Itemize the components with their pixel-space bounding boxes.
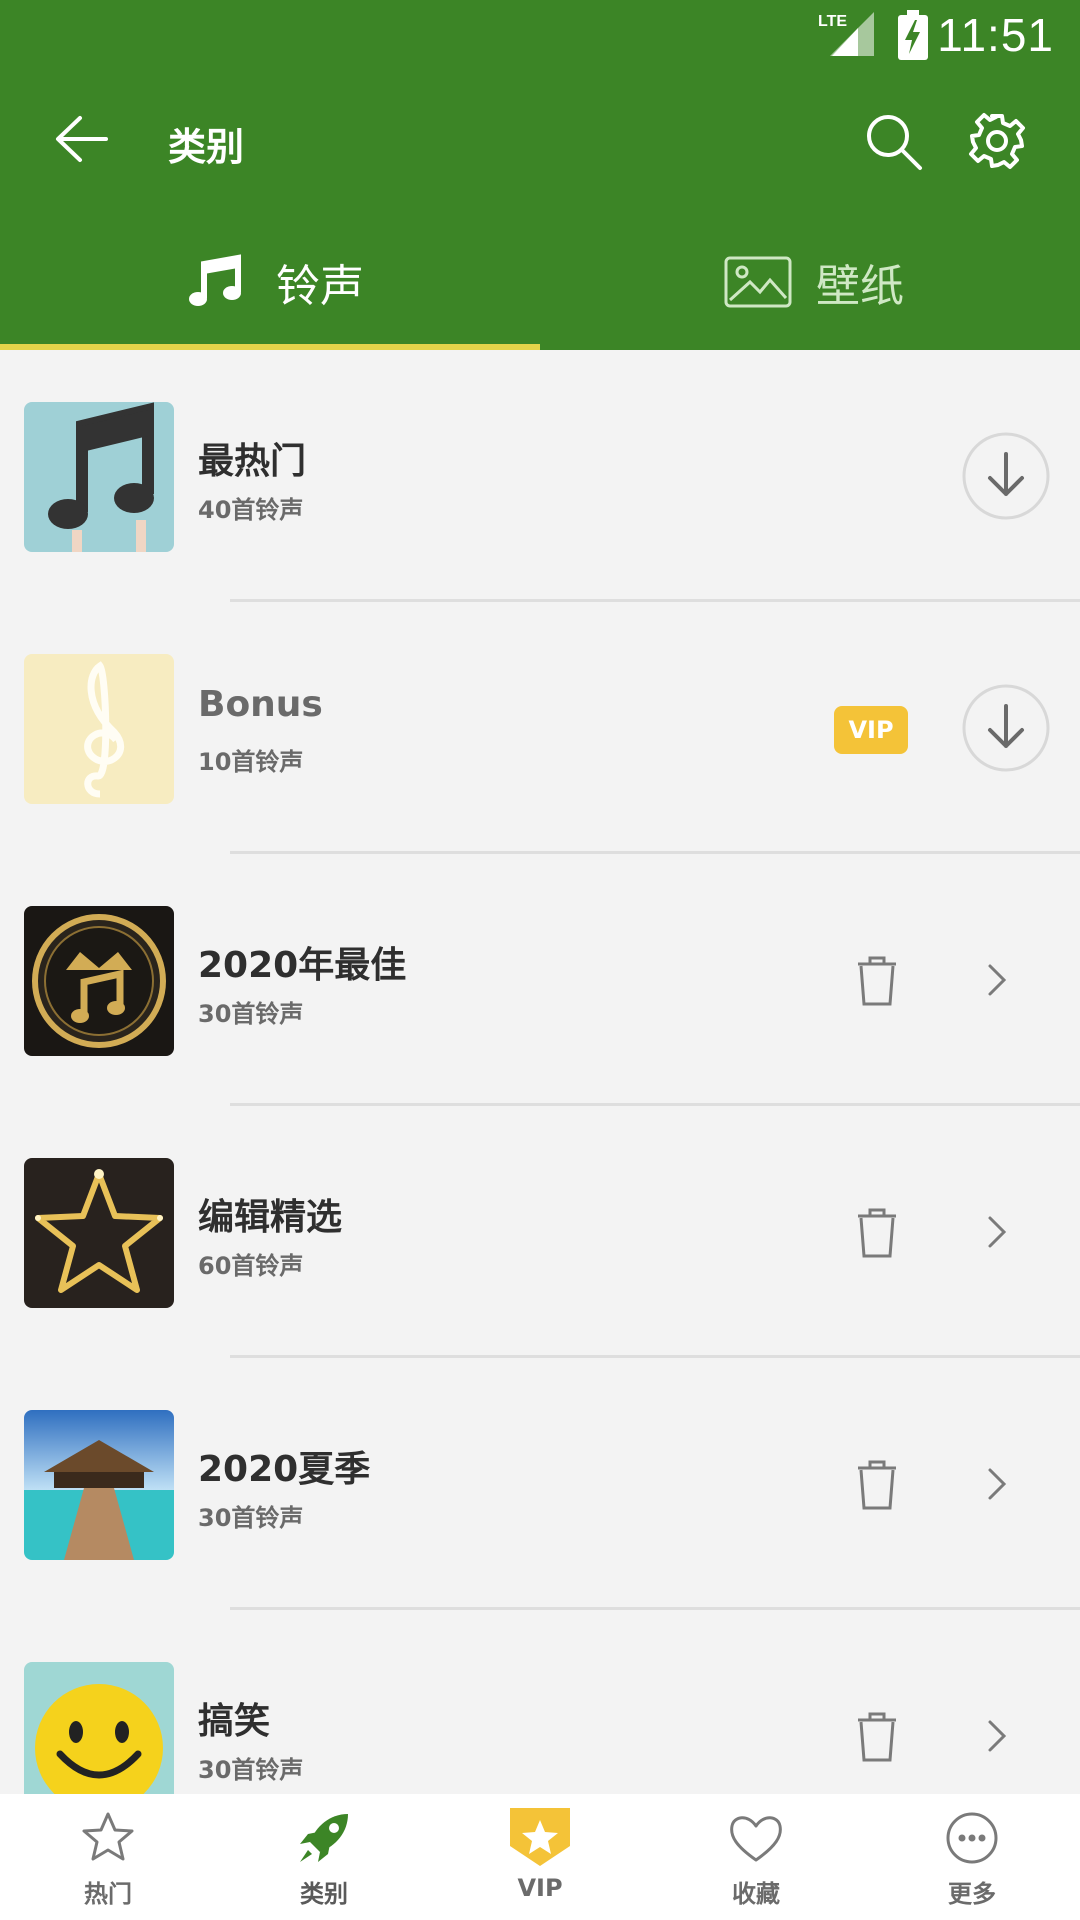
thumbnail-gold-star bbox=[24, 1158, 174, 1308]
chevron-right-icon[interactable] bbox=[982, 958, 1012, 1002]
tab-ringtones[interactable]: 铃声 bbox=[0, 208, 540, 350]
chevron-right-icon[interactable] bbox=[982, 1714, 1012, 1758]
list-item[interactable]: 2020夏季 30首铃声 bbox=[0, 1358, 1080, 1610]
list-item[interactable]: 最热门 40首铃声 bbox=[0, 350, 1080, 602]
category-title: 最热门 bbox=[198, 441, 307, 482]
list-item[interactable]: Bonus 10首铃声 VIP bbox=[0, 602, 1080, 854]
nav-label: 类别 bbox=[300, 1880, 348, 1908]
category-title: 编辑精选 bbox=[198, 1197, 343, 1238]
vip-badge: VIP bbox=[834, 706, 908, 754]
status-bar: LTE 11:51 bbox=[0, 0, 1080, 72]
download-icon[interactable] bbox=[962, 432, 1050, 520]
toolbar: 类别 bbox=[0, 72, 1080, 208]
chevron-right-icon[interactable] bbox=[982, 1462, 1012, 1506]
category-title: Bonus bbox=[198, 684, 323, 725]
download-icon[interactable] bbox=[962, 684, 1050, 772]
back-arrow-icon[interactable] bbox=[50, 106, 116, 172]
svg-text:LTE: LTE bbox=[818, 13, 847, 30]
vip-shield-icon bbox=[510, 1808, 570, 1866]
more-icon bbox=[946, 1812, 998, 1864]
gear-icon[interactable] bbox=[964, 108, 1030, 174]
nav-item-vip[interactable]: VIP bbox=[432, 1794, 648, 1920]
rocket-icon bbox=[300, 1814, 348, 1862]
trash-icon[interactable] bbox=[852, 1204, 902, 1260]
nav-label: 更多 bbox=[948, 1880, 996, 1908]
thumbnail-music-notes bbox=[24, 402, 174, 552]
category-title: 2020夏季 bbox=[198, 1449, 371, 1490]
nav-label: 热门 bbox=[84, 1880, 132, 1908]
lte-signal-icon: LTE bbox=[818, 12, 874, 56]
app-bar: LTE 11:51 类别 铃声 壁纸 bbox=[0, 0, 1080, 350]
nav-item-popular[interactable]: 热门 bbox=[0, 1794, 216, 1920]
trash-icon[interactable] bbox=[852, 1708, 902, 1764]
category-count: 40首铃声 bbox=[198, 496, 304, 524]
thumbnail-treble-clef bbox=[24, 654, 174, 804]
bottom-navigation: 热门 类别 VIP 收藏 更多 bbox=[0, 1794, 1080, 1920]
category-count: 10首铃声 bbox=[198, 748, 304, 776]
thumbnail-beach-hut bbox=[24, 1410, 174, 1560]
nav-label: VIP bbox=[517, 1874, 563, 1902]
tab-wallpapers[interactable]: 壁纸 bbox=[540, 208, 1080, 350]
nav-label: 收藏 bbox=[732, 1880, 780, 1908]
category-title: 搞笑 bbox=[198, 1701, 271, 1742]
status-time: 11:51 bbox=[937, 9, 1054, 61]
tab-ringtones-label: 铃声 bbox=[276, 261, 364, 312]
nav-item-favorites[interactable]: 收藏 bbox=[648, 1794, 864, 1920]
category-count: 30首铃声 bbox=[198, 1504, 304, 1532]
category-tabs: 铃声 壁纸 bbox=[0, 208, 1080, 350]
search-icon[interactable] bbox=[862, 110, 926, 174]
nav-item-categories[interactable]: 类别 bbox=[216, 1794, 432, 1920]
nav-item-more[interactable]: 更多 bbox=[864, 1794, 1080, 1920]
list-item[interactable]: 编辑精选 60首铃声 bbox=[0, 1106, 1080, 1358]
battery-charging-icon bbox=[898, 10, 928, 60]
list-item[interactable]: 搞笑 30首铃声 bbox=[0, 1610, 1080, 1794]
trash-icon[interactable] bbox=[852, 952, 902, 1008]
thumbnail-smiley bbox=[24, 1662, 174, 1794]
category-list[interactable]: 最热门 40首铃声 Bonus 10首铃声 VIP 2020年最佳 30首铃声 … bbox=[0, 350, 1080, 1794]
category-count: 60首铃声 bbox=[198, 1252, 304, 1280]
thumbnail-crown-music bbox=[24, 906, 174, 1056]
heart-icon bbox=[730, 1816, 782, 1862]
category-count: 30首铃声 bbox=[198, 1756, 304, 1784]
chevron-right-icon[interactable] bbox=[982, 1210, 1012, 1254]
tab-wallpapers-label: 壁纸 bbox=[816, 261, 904, 312]
category-title: 2020年最佳 bbox=[198, 945, 407, 986]
page-title: 类别 bbox=[168, 125, 245, 169]
star-icon bbox=[82, 1812, 134, 1861]
trash-icon[interactable] bbox=[852, 1456, 902, 1512]
image-icon bbox=[724, 256, 792, 308]
category-count: 30首铃声 bbox=[198, 1000, 304, 1028]
music-note-icon bbox=[189, 254, 241, 306]
list-item[interactable]: 2020年最佳 30首铃声 bbox=[0, 854, 1080, 1106]
